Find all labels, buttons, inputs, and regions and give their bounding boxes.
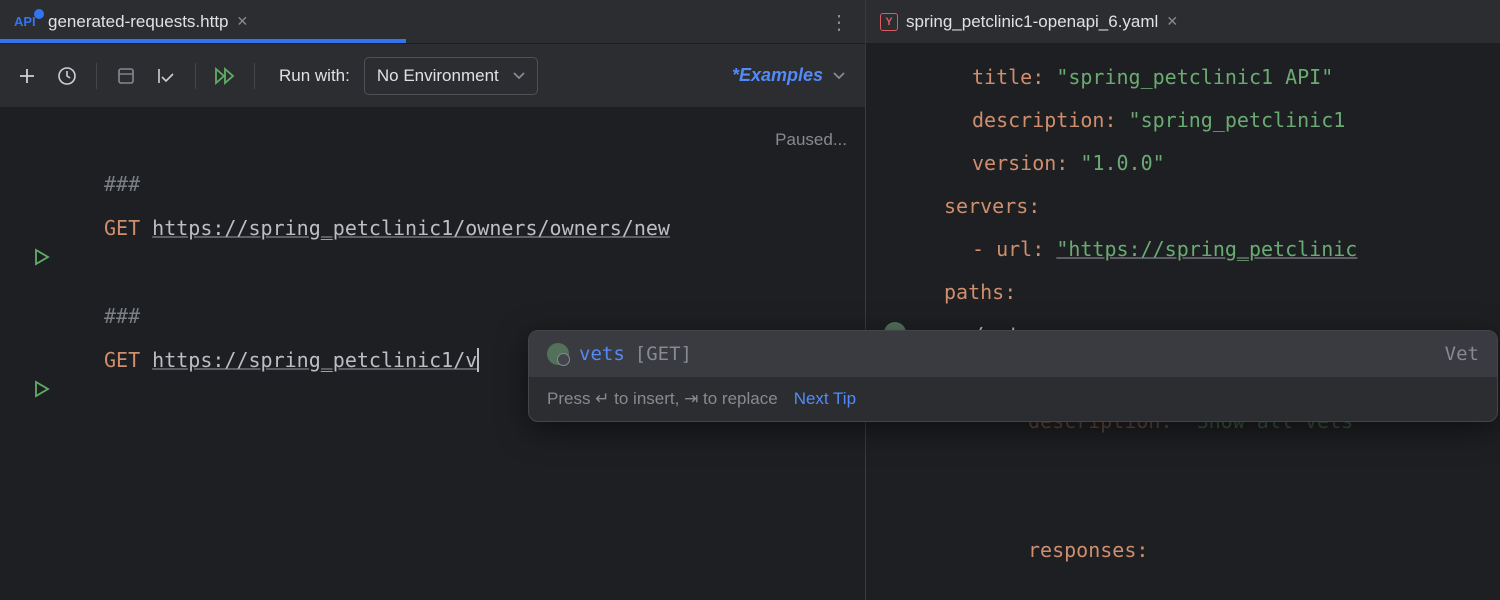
run-with-label: Run with: <box>267 66 358 86</box>
import-button[interactable] <box>149 59 183 93</box>
api-file-icon: API <box>14 12 40 32</box>
run-request-icon[interactable] <box>32 248 50 266</box>
run-all-button[interactable] <box>208 59 242 93</box>
add-request-button[interactable] <box>10 59 44 93</box>
examples-link[interactable]: *Examples <box>732 65 855 86</box>
completion-footer: Press ↵ to insert, ⇥ to replace Next Tip <box>529 377 1497 421</box>
completion-name: vets <box>579 343 625 365</box>
chevron-down-icon <box>513 72 525 80</box>
yaml-file-icon: Y <box>880 13 898 31</box>
tab-filename: spring_petclinic1-openapi_6.yaml <box>906 12 1158 32</box>
completion-type: [GET] <box>635 343 692 365</box>
endpoint-icon <box>547 343 569 365</box>
left-editor-pane: API generated-requests.http ✕ ⋮ Run with… <box>0 0 866 600</box>
right-editor[interactable]: title: "spring_petclinic1 API" descripti… <box>866 44 1500 600</box>
left-tab-bar: API generated-requests.http ✕ ⋮ <box>0 0 865 44</box>
completion-popup: vets [GET] Vet Press ↵ to insert, ⇥ to r… <box>528 330 1498 422</box>
editor-body[interactable]: title: "spring_petclinic1 API" descripti… <box>926 44 1500 600</box>
right-editor-pane: Y spring_petclinic1-openapi_6.yaml ✕ tit… <box>866 0 1500 600</box>
close-icon[interactable]: ✕ <box>237 13 249 30</box>
environment-value: No Environment <box>377 66 499 86</box>
yaml-line: responses: <box>926 529 1500 572</box>
active-tab-indicator <box>0 39 406 43</box>
yaml-line: description: "spring_petclinic1 <box>926 99 1500 142</box>
http-request-line: GET https://spring_petclinic1/owners/own… <box>98 206 865 250</box>
paused-label: Paused... <box>775 118 847 162</box>
layout-button[interactable] <box>109 59 143 93</box>
tab-openapi-yaml[interactable]: Y spring_petclinic1-openapi_6.yaml ✕ <box>866 0 1192 43</box>
completion-source: Vet <box>1445 343 1479 365</box>
left-gutter <box>0 108 98 600</box>
close-icon[interactable]: ✕ <box>1166 13 1178 30</box>
yaml-line: paths: <box>926 271 1500 314</box>
code-separator: ### <box>98 162 865 206</box>
yaml-line: - url: "https://spring_petclinic <box>926 228 1500 271</box>
history-button[interactable] <box>50 59 84 93</box>
yaml-line: title: "spring_petclinic1 API" <box>926 56 1500 99</box>
environment-select[interactable]: No Environment <box>364 57 538 95</box>
completion-item[interactable]: vets [GET] Vet <box>529 331 1497 377</box>
yaml-line: version: "1.0.0" <box>926 142 1500 185</box>
text-caret <box>477 348 479 372</box>
tab-options-icon[interactable]: ⋮ <box>813 10 865 34</box>
tab-generated-requests[interactable]: API generated-requests.http ✕ <box>0 0 262 43</box>
yaml-line: servers: <box>926 185 1500 228</box>
run-request-icon[interactable] <box>32 380 50 398</box>
chevron-down-icon <box>833 72 845 80</box>
tab-filename: generated-requests.http <box>48 12 229 32</box>
http-toolbar: Run with: No Environment *Examples <box>0 44 865 108</box>
right-tab-bar: Y spring_petclinic1-openapi_6.yaml ✕ <box>866 0 1500 44</box>
next-tip-link[interactable]: Next Tip <box>794 389 856 409</box>
right-gutter <box>866 44 926 600</box>
